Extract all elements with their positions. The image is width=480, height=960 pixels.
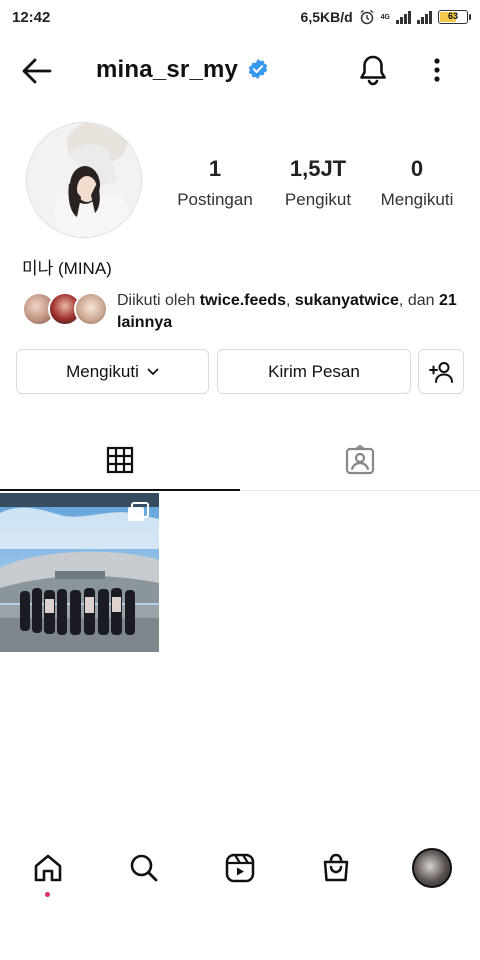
profile-photo — [27, 123, 141, 237]
stat-following[interactable]: 0 Mengikuti — [367, 156, 467, 210]
battery-level: 63 — [447, 11, 458, 21]
message-button[interactable]: Kirim Pesan — [217, 349, 411, 394]
post-image — [0, 493, 159, 652]
net-speed: 6,5KB/d — [300, 9, 353, 25]
verified-badge-icon — [248, 59, 268, 79]
nav-reels[interactable] — [218, 846, 262, 890]
suggested-users-button[interactable] — [418, 349, 464, 394]
profile-tabs — [0, 428, 480, 491]
network-type: 4G — [380, 13, 390, 21]
status-right: 6,5KB/d 4G 63 — [300, 9, 471, 25]
back-arrow-icon[interactable] — [20, 56, 54, 86]
home-icon — [34, 854, 62, 882]
stat-followers[interactable]: 1,5JT Pengikut — [273, 156, 363, 210]
post-thumbnail[interactable] — [0, 493, 159, 652]
profile-header: mina_sr_my — [0, 44, 480, 96]
bell-icon[interactable] — [358, 54, 388, 86]
tagged-person-icon — [345, 444, 375, 474]
followed-by[interactable]: Diikuti oleh twice.feeds, sukanyatwice, … — [22, 290, 472, 334]
signal-icon — [396, 10, 411, 24]
display-name: 미나 (MINA) — [22, 259, 112, 278]
stat-followers-label: Pengikut — [284, 190, 352, 209]
nav-shop[interactable] — [314, 846, 358, 890]
profile-stats: 1 Postingan 1,5JT Pengikut 0 Mengikuti — [160, 156, 470, 216]
alarm-icon — [360, 9, 374, 25]
mutual-user-2[interactable]: sukanyatwice — [295, 292, 399, 309]
profile-avatar[interactable] — [26, 122, 142, 238]
stat-posts-value: 1 — [208, 156, 222, 181]
profile-username: mina_sr_my — [96, 56, 239, 83]
following-button-label: Mengikuti — [66, 361, 139, 381]
message-button-label: Kirim Pesan — [268, 361, 360, 381]
reels-icon — [225, 853, 255, 883]
nav-home[interactable] — [26, 846, 70, 890]
status-bar: 12:42 6,5KB/d 4G 63 — [0, 0, 480, 34]
profile-avatar-thumbnail — [412, 848, 452, 888]
signal-icon-2 — [417, 10, 432, 24]
active-tab-indicator — [0, 489, 240, 491]
nav-search[interactable] — [122, 846, 166, 890]
more-vertical-icon[interactable] — [428, 56, 446, 84]
battery-icon: 63 — [438, 10, 471, 24]
following-button[interactable]: Mengikuti — [16, 349, 209, 394]
mutual-avatars — [22, 292, 108, 328]
add-person-icon — [429, 361, 453, 383]
home-notification-dot — [45, 892, 50, 897]
shop-icon — [323, 853, 349, 882]
tab-grid[interactable] — [0, 428, 240, 491]
search-icon — [130, 854, 158, 882]
stat-followers-value: 1,5JT — [289, 156, 347, 181]
mutual-user-1[interactable]: twice.feeds — [200, 292, 286, 309]
grid-icon — [106, 446, 134, 473]
nav-profile[interactable] — [410, 846, 454, 890]
stat-following-label: Mengikuti — [380, 190, 454, 209]
followed-by-text: Diikuti oleh twice.feeds, sukanyatwice, … — [117, 292, 457, 331]
status-time: 12:42 — [12, 8, 51, 26]
chevron-down-icon — [147, 368, 159, 375]
bottom-nav — [0, 836, 480, 900]
tab-tagged[interactable] — [240, 428, 480, 491]
stat-posts[interactable]: 1 Postingan — [170, 156, 260, 210]
mutual-avatar — [74, 292, 108, 326]
stat-posts-label: Postingan — [177, 190, 253, 209]
stat-following-value: 0 — [410, 156, 424, 181]
